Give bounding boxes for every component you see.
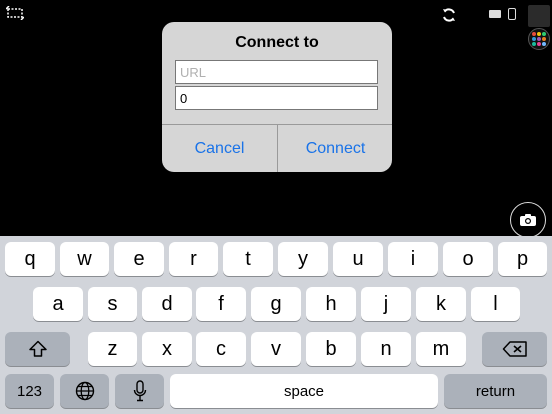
key-d[interactable]: d bbox=[142, 287, 192, 321]
camera-button[interactable] bbox=[510, 202, 546, 238]
key-v[interactable]: v bbox=[251, 332, 301, 366]
numbers-key[interactable]: 123 bbox=[5, 374, 54, 408]
connect-dialog: Connect to Cancel Connect bbox=[162, 22, 392, 172]
key-r[interactable]: r bbox=[169, 242, 218, 276]
dialog-title: Connect to bbox=[235, 34, 319, 51]
key-i[interactable]: i bbox=[388, 242, 438, 276]
key-t[interactable]: t bbox=[223, 242, 273, 276]
key-g[interactable]: g bbox=[251, 287, 301, 321]
microphone-icon bbox=[133, 380, 146, 402]
key-p[interactable]: p bbox=[498, 242, 547, 276]
key-b[interactable]: b bbox=[306, 332, 356, 366]
screen-resize-icon[interactable] bbox=[6, 6, 24, 20]
return-key[interactable]: return bbox=[444, 374, 547, 408]
camera-icon bbox=[520, 214, 536, 226]
status-indicator-icon bbox=[489, 10, 501, 18]
color-grid-icon bbox=[532, 32, 546, 46]
key-k[interactable]: k bbox=[416, 287, 466, 321]
backspace-icon bbox=[502, 341, 527, 357]
cancel-button[interactable]: Cancel bbox=[162, 125, 277, 172]
app-tile[interactable] bbox=[528, 5, 550, 27]
keyboard: q w e r t y u i o p a s d f g h j k l z … bbox=[0, 236, 552, 414]
globe-key[interactable] bbox=[60, 374, 109, 408]
key-c[interactable]: c bbox=[196, 332, 246, 366]
key-o[interactable]: o bbox=[443, 242, 493, 276]
key-f[interactable]: f bbox=[196, 287, 246, 321]
space-key[interactable]: space bbox=[170, 374, 438, 408]
url-input[interactable] bbox=[175, 60, 378, 84]
key-y[interactable]: y bbox=[278, 242, 328, 276]
key-l[interactable]: l bbox=[471, 287, 520, 321]
key-w[interactable]: w bbox=[60, 242, 109, 276]
key-j[interactable]: j bbox=[361, 287, 411, 321]
key-z[interactable]: z bbox=[88, 332, 137, 366]
port-input[interactable] bbox=[175, 86, 378, 110]
connect-button[interactable]: Connect bbox=[278, 125, 392, 172]
key-a[interactable]: a bbox=[33, 287, 83, 321]
key-x[interactable]: x bbox=[142, 332, 192, 366]
globe-icon bbox=[75, 381, 94, 401]
microphone-key[interactable] bbox=[115, 374, 164, 408]
shift-icon bbox=[28, 340, 47, 357]
phone-icon bbox=[508, 8, 516, 20]
key-q[interactable]: q bbox=[5, 242, 55, 276]
key-n[interactable]: n bbox=[361, 332, 411, 366]
key-e[interactable]: e bbox=[114, 242, 164, 276]
key-h[interactable]: h bbox=[306, 287, 356, 321]
key-u[interactable]: u bbox=[333, 242, 383, 276]
key-m[interactable]: m bbox=[416, 332, 466, 366]
shift-key[interactable] bbox=[5, 332, 70, 366]
sync-icon[interactable] bbox=[441, 7, 457, 23]
backspace-key[interactable] bbox=[482, 332, 547, 366]
key-s[interactable]: s bbox=[88, 287, 137, 321]
